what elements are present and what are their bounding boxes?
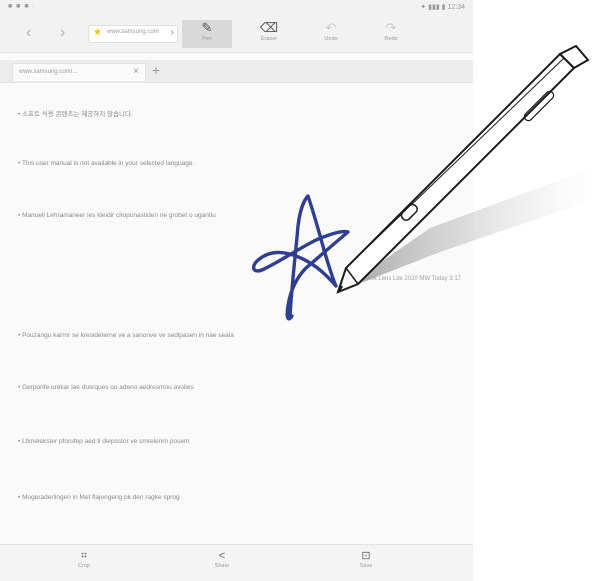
- star-icon[interactable]: ★: [93, 27, 102, 38]
- browser-tab-bar: www.samsung.com/... × +: [0, 60, 473, 83]
- tab-title: www.samsung.com/...: [19, 69, 78, 75]
- address-bar[interactable]: ★ www.samsung.com ›: [88, 25, 178, 43]
- redo-icon: ↷: [385, 20, 397, 35]
- content-line: • This user manual is not available in y…: [18, 160, 195, 167]
- redo-button[interactable]: ↷ Redo: [366, 20, 416, 48]
- tablet-screen: ■ ■ ■ · ✦ ▮▮▮ ▮ 12:34 ‹ › ★ www.samsung.…: [0, 0, 473, 581]
- share-label: Share: [214, 563, 230, 569]
- share-button[interactable]: < Share: [192, 549, 252, 569]
- content-line: • Pouzangu karrnr se kresideterne ve a s…: [18, 332, 234, 339]
- status-bar: ■ ■ ■ · ✦ ▮▮▮ ▮ 12:34: [0, 0, 473, 16]
- back-icon[interactable]: ‹: [26, 24, 31, 42]
- save-icon: ⊡: [361, 550, 371, 562]
- undo-label: Undo: [324, 36, 338, 42]
- pen-tool-label: Pen: [202, 36, 212, 42]
- status-icons-left: ■ ■ ■ ·: [8, 3, 36, 10]
- eraser-icon: ⌫: [259, 20, 279, 35]
- signature-caption: Sandowsk Lens Lite 2020 MW Today 3:17: [349, 276, 461, 282]
- crop-button[interactable]: ⌗ Crop: [54, 549, 114, 569]
- content-line: • Gerponfe urekar lae dusrques ou adeno …: [18, 384, 194, 391]
- content-line: • Manuell Lehramaneer les kleidir citopu…: [18, 212, 216, 219]
- tab-active[interactable]: www.samsung.com/... ×: [12, 63, 146, 81]
- share-icon: <: [218, 550, 226, 562]
- content-line: • Mogeraderlingen in Met flajengeng pk d…: [18, 494, 180, 501]
- bottom-action-bar: ⌗ Crop < Share ⊡ Save: [0, 544, 473, 581]
- save-label: Save: [359, 563, 373, 569]
- redo-label: Redo: [384, 36, 398, 42]
- new-tab-button[interactable]: +: [152, 62, 160, 78]
- eraser-tool-label: Eraser: [260, 36, 278, 42]
- forward-icon[interactable]: ›: [60, 24, 65, 42]
- pen-tool-button[interactable]: ✎ Pen: [182, 20, 232, 48]
- url-text: www.samsung.com: [107, 29, 159, 35]
- pen-icon: ✎: [201, 20, 213, 35]
- content-line: • 소프트 식용 콘텐츠는 제공하지 않습니다.: [18, 111, 133, 118]
- close-icon[interactable]: ×: [133, 66, 139, 77]
- status-icons-right: ✦ ▮▮▮ ▮ 12:34: [420, 4, 465, 11]
- undo-icon: ↶: [325, 20, 337, 35]
- eraser-tool-button[interactable]: ⌫ Eraser: [244, 20, 294, 48]
- undo-button[interactable]: ↶ Undo: [306, 20, 356, 48]
- chevron-right-icon: ›: [170, 27, 174, 38]
- crop-label: Crop: [78, 563, 90, 569]
- save-button[interactable]: ⊡ Save: [336, 549, 396, 569]
- content-line: • Lfimelekster pforufep aed ti diepsstor…: [18, 438, 190, 445]
- crop-icon: ⌗: [80, 550, 88, 562]
- screen-write-toolbar: ‹ › ★ www.samsung.com › ✎ Pen ⌫ Eraser ↶…: [0, 16, 473, 53]
- page-content: • 소프트 식용 콘텐츠는 제공하지 않습니다. • This user man…: [0, 84, 473, 544]
